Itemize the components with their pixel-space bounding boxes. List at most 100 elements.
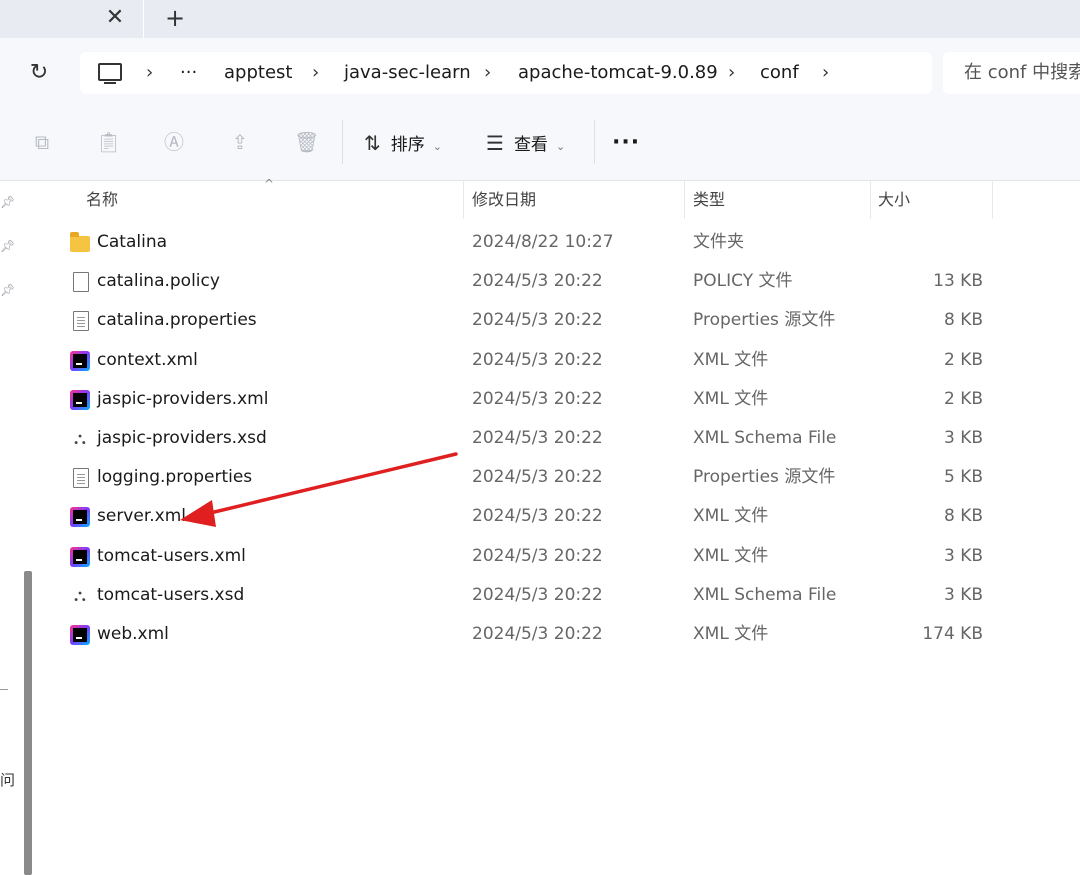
file-modified: 2024/5/3 20:22 (472, 388, 603, 409)
chevron-right-icon[interactable]: › (728, 52, 735, 94)
paste-icon[interactable]: 📋︎ (96, 130, 121, 154)
view-button[interactable]: ☰ 查看 ⌄ (486, 126, 565, 160)
chevron-down-icon: ⌄ (432, 140, 442, 153)
column-divider[interactable] (463, 181, 464, 219)
file-size: 3 KB (943, 584, 983, 605)
file-modified: 2024/5/3 20:22 (472, 584, 603, 605)
file-type: XML Schema File (693, 428, 837, 448)
file-row[interactable]: tomcat-users.xml 2024/5/3 20:22 XML 文件 3 KB (42, 537, 1080, 576)
chevron-right-icon[interactable]: › (822, 52, 829, 94)
file-type: XML 文件 (693, 545, 769, 566)
new-tab-icon[interactable]: + (160, 4, 190, 32)
file-row[interactable]: Catalina 2024/8/22 10:27 文件夹 (42, 223, 1080, 262)
column-header-name[interactable]: 名称 (86, 181, 456, 219)
file-name: tomcat-users.xml (97, 545, 246, 566)
chevron-right-icon[interactable]: › (312, 52, 319, 94)
nav-divider (0, 689, 8, 690)
breadcrumb-overflow[interactable]: ··· (180, 52, 197, 94)
refresh-icon[interactable]: ↻ (24, 58, 54, 88)
file-size: 8 KB (943, 506, 983, 527)
nav-item-label[interactable]: 问 (0, 769, 15, 790)
schema-icon: ⛬ (74, 585, 86, 606)
rename-icon[interactable]: Ⓐ (162, 130, 186, 154)
sort-button[interactable]: ⇅ 排序 ⌄ (364, 126, 442, 160)
file-name: tomcat-users.xsd (97, 584, 245, 605)
search-placeholder: 在 conf 中搜索 (964, 62, 1080, 83)
file-row[interactable]: web.xml 2024/5/3 20:22 XML 文件 174 KB (42, 615, 1080, 654)
file-name: context.xml (97, 349, 198, 370)
file-size: 13 KB (933, 271, 983, 292)
jetbrains-icon (70, 507, 90, 528)
tab-strip: ✕ + (0, 0, 1080, 38)
file-name: web.xml (97, 624, 169, 644)
folder-icon (70, 232, 90, 252)
file-modified: 2024/5/3 20:22 (472, 624, 603, 644)
text-file-icon (73, 311, 89, 332)
file-name: jaspic-providers.xml (97, 388, 269, 409)
file-row[interactable]: jaspic-providers.xml 2024/5/3 20:22 XML 文件… (42, 380, 1080, 419)
pin-icon: 📌︎ (0, 195, 16, 209)
file-type: XML 文件 (693, 349, 769, 370)
chevron-right-icon[interactable]: › (146, 52, 153, 94)
breadcrumb-apache-tomcat[interactable]: apache-tomcat-9.0.89 (518, 52, 718, 94)
close-tab-icon[interactable]: ✕ (100, 4, 130, 32)
file-row[interactable]: context.xml 2024/5/3 20:22 XML 文件 2 KB (42, 341, 1080, 380)
file-size: 2 KB (943, 388, 983, 409)
breadcrumb-conf[interactable]: conf (760, 52, 799, 94)
file-row[interactable]: server.xml 2024/5/3 20:22 XML 文件 8 KB (42, 497, 1080, 536)
file-name: jaspic-providers.xsd (97, 428, 267, 448)
delete-icon[interactable]: 🗑︎ (294, 130, 319, 154)
pin-icon: 📌︎ (0, 239, 16, 253)
address-row: ↻ › ··· apptest › java-sec-learn › apach… (0, 38, 1080, 106)
file-type: XML 文件 (693, 388, 769, 409)
file-modified: 2024/5/3 20:22 (472, 428, 603, 448)
file-size: 3 KB (943, 428, 983, 448)
file-modified: 2024/5/3 20:22 (472, 467, 603, 488)
file-name: Catalina (97, 232, 168, 252)
file-row[interactable]: ⛬ tomcat-users.xsd 2024/5/3 20:22 XML Schem… (42, 576, 1080, 615)
sort-icon: ⇅ (364, 131, 381, 155)
tab-separator (143, 0, 144, 38)
jetbrains-icon (70, 546, 90, 567)
chevron-right-icon[interactable]: › (484, 52, 491, 94)
file-modified: 2024/8/22 10:27 (472, 232, 614, 252)
this-pc-icon[interactable] (98, 63, 122, 84)
file-type: XML 文件 (693, 506, 769, 527)
file-type: POLICY 文件 (693, 271, 793, 292)
search-input[interactable]: 在 conf 中搜索 (943, 52, 1080, 94)
text-file-icon (73, 468, 89, 489)
share-icon[interactable]: ⇪ (228, 130, 252, 154)
column-divider[interactable] (870, 181, 871, 219)
file-row[interactable]: ⛬ jaspic-providers.xsd 2024/5/3 20:22 XML S… (42, 419, 1080, 458)
file-modified: 2024/5/3 20:22 (472, 349, 603, 370)
column-header-type[interactable]: 类型 (693, 181, 863, 219)
column-divider[interactable] (684, 181, 685, 219)
column-header-size[interactable]: 大小 (878, 181, 988, 219)
file-modified: 2024/5/3 20:22 (472, 545, 603, 566)
more-options-button[interactable]: ··· (612, 126, 640, 160)
navigation-pane: 📌︎ 📌︎ 📌︎ 问 (0, 181, 34, 875)
jetbrains-icon (70, 389, 90, 410)
copy-icon[interactable]: ⧉ (30, 130, 54, 154)
breadcrumb-apptest[interactable]: apptest (224, 52, 292, 94)
file-row[interactable]: catalina.properties 2024/5/3 20:22 Propert… (42, 301, 1080, 340)
nav-scrollbar[interactable] (24, 571, 32, 875)
blank-file-icon (73, 272, 89, 293)
file-modified: 2024/5/3 20:22 (472, 310, 603, 331)
file-type: 文件夹 (693, 232, 744, 252)
view-label: 查看 (513, 135, 548, 155)
file-row[interactable]: catalina.policy 2024/5/3 20:22 POLICY 文件 13… (42, 262, 1080, 301)
column-divider[interactable] (992, 181, 993, 219)
sort-label: 排序 (390, 135, 425, 155)
file-type: XML 文件 (693, 624, 769, 644)
file-size: 2 KB (943, 349, 983, 370)
file-row[interactable]: logging.properties 2024/5/3 20:22 Properti… (42, 458, 1080, 497)
file-type: Properties 源文件 (693, 467, 836, 488)
file-name: catalina.properties (97, 310, 257, 331)
pin-icon: 📌︎ (0, 283, 16, 297)
breadcrumb-java-sec-learn[interactable]: java-sec-learn (344, 52, 471, 94)
address-bar[interactable]: › ··· apptest › java-sec-learn › apache-… (80, 52, 932, 94)
command-bar: ⧉ 📋︎ Ⓐ ⇪ 🗑︎ ⇅ 排序 ⌄ ☰ 查看 ⌄ ··· (0, 106, 1080, 181)
column-header-modified[interactable]: 修改日期 (472, 181, 682, 219)
file-size: 3 KB (943, 545, 983, 566)
